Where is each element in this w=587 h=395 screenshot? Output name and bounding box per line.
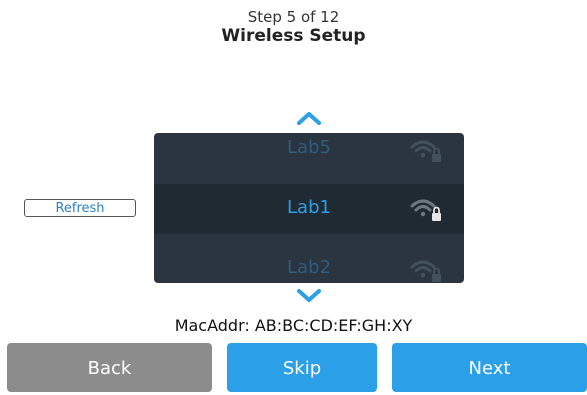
network-item[interactable]: Lab5 [154, 133, 464, 175]
step-indicator: Step 5 of 12 [247, 8, 340, 26]
refresh-button[interactable]: Refresh [24, 199, 136, 217]
secured-wifi-icon [408, 196, 442, 222]
next-button[interactable]: Next [392, 343, 587, 392]
mac-address-label: MacAddr: AB:BC:CD:EF:GH:XY [174, 316, 413, 335]
network-item-selected[interactable]: Lab1 [154, 184, 464, 234]
scroll-up-chevron-icon[interactable] [294, 108, 324, 128]
page-header: Step 5 of 12 Wireless Setup [0, 8, 587, 47]
skip-button[interactable]: Skip [227, 343, 377, 392]
back-button[interactable]: Back [7, 343, 212, 392]
secured-wifi-icon [408, 257, 442, 283]
secured-wifi-icon [408, 137, 442, 163]
network-item[interactable]: Lab2 [154, 243, 464, 283]
page-title: Wireless Setup [221, 26, 366, 46]
scroll-down-chevron-icon[interactable] [294, 286, 324, 306]
network-picker[interactable]: Lab5 Lab1 Lab2 [154, 133, 464, 283]
